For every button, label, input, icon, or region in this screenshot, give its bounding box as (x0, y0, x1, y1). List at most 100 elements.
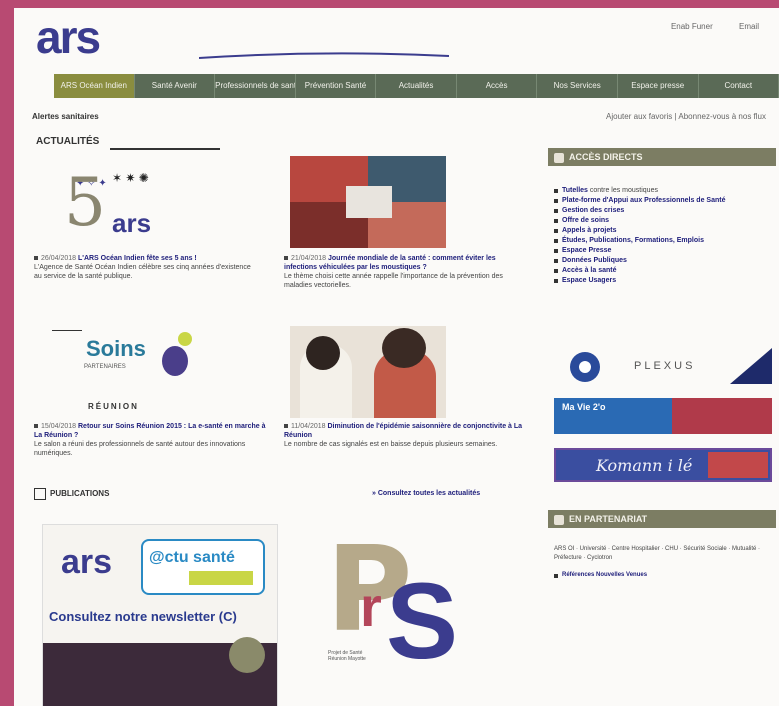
komann-banner[interactable]: Komann i lé (554, 448, 772, 482)
link-text: Études, Publications, Formations, Emploi… (562, 237, 704, 244)
soins-title: Soins (86, 336, 146, 361)
bullet-icon (284, 424, 288, 429)
nav-item-9[interactable]: Contact (699, 74, 779, 98)
nurse-hair (306, 336, 340, 370)
actu-sante-badge: @ctu santé (141, 539, 265, 595)
news-headline[interactable]: L'ARS Océan Indien fête ses 5 ans ! (78, 255, 197, 262)
news-item-4[interactable]: 11/04/2018 Diminution de l'épidémie sais… (284, 422, 524, 449)
link-text: Appels à projets (562, 227, 617, 234)
nav-item-5[interactable]: Actualités (376, 74, 457, 98)
plexus-corner (730, 348, 772, 384)
five-years-logo[interactable]: ✦ ✧ ✦ ✶ ✷ ✺ 5 ars (54, 164, 204, 250)
sidebar-link-3[interactable]: Gestion des crises (554, 206, 774, 216)
plexus-banner[interactable]: PLEXUS (554, 348, 772, 388)
publications-icon (34, 488, 46, 500)
link-rest: contre les moustiques (587, 187, 658, 194)
sidebar-link-2[interactable]: Plate-forme d'Appui aux Professionnels d… (554, 196, 774, 206)
link-text: Espace Presse (562, 247, 612, 254)
page: ars Enab Funer Email ARS Océan Indien Sa… (14, 8, 779, 706)
sidebar-link-7[interactable]: Espace Presse (554, 246, 774, 256)
newsletter-logo: ars (61, 543, 113, 581)
link-text: Espace Usagers (562, 277, 617, 284)
header: ars Enab Funer Email (14, 8, 779, 76)
newsletter-banner[interactable]: ars @ctu santé Consultez notre newslette… (42, 524, 278, 706)
top-link-2[interactable]: Email (739, 22, 759, 31)
partners-link[interactable]: Références Nouvelles Venues (554, 571, 774, 580)
newsletter-cta[interactable]: Consultez notre newsletter (C) (49, 609, 237, 624)
sidebar-link-6[interactable]: Études, Publications, Formations, Emploi… (554, 236, 774, 246)
ma-vie-photo (672, 398, 772, 434)
soins-footer: RÉUNION (88, 402, 139, 411)
nav-item-2[interactable]: Santé Avenir (135, 74, 216, 98)
soins-graphic (162, 346, 188, 376)
health-day-photo[interactable] (290, 156, 446, 248)
conjunctivitis-photo[interactable] (290, 326, 446, 418)
news-date: 26/04/2018 (41, 255, 77, 262)
sidebar-link-4[interactable]: Offre de soins (554, 216, 774, 226)
alerts-link[interactable]: Alertes sanitaires (32, 112, 99, 121)
komann-photo (708, 452, 768, 478)
sidebar-partners-header: EN PARTENARIAT (548, 510, 776, 528)
link-icon (554, 514, 564, 525)
actu-sante-text: @ctu santé (149, 549, 235, 566)
top-link-1[interactable]: Enab Funer (671, 22, 713, 31)
photo-center (346, 186, 392, 218)
nav-item-home[interactable]: ARS Océan Indien (54, 74, 135, 98)
actualites-title: ACTUALITÉS (36, 136, 100, 147)
partners-list: ARS OI · Université · Centre Hospitalier… (554, 545, 774, 580)
link-text: Offre de soins (562, 217, 610, 224)
news-item-1[interactable]: 26/04/2018 L'ARS Océan Indien fête ses 5… (34, 254, 256, 281)
sidebar-link-5[interactable]: Appels à projets (554, 226, 774, 236)
soins-logo[interactable]: Soins PARTENAIRES RÉUNION (44, 326, 204, 418)
soins-subtitle: PARTENAIRES (84, 364, 126, 370)
bullet-icon (34, 256, 38, 261)
svg-text:✶ ✷ ✺: ✶ ✷ ✺ (112, 171, 149, 185)
prs-r: r (360, 575, 382, 638)
all-news-link[interactable]: » Consultez toutes les actualités (372, 490, 480, 497)
top-links: Enab Funer Email (647, 22, 759, 31)
news-item-3[interactable]: 15/04/2018 Retour sur Soins Réunion 2015… (34, 422, 266, 458)
header-swoosh (199, 52, 449, 59)
sidebar-link-8[interactable]: Données Publiques (554, 256, 774, 266)
ma-vie-text: Ma Vie 2'o (562, 402, 606, 412)
prs-logo[interactable]: P r S Projet de Santé Réunion Mayotte (322, 520, 492, 704)
link-text: Tutelles (562, 187, 588, 194)
bullet-icon (284, 256, 288, 261)
badge-highlight (189, 571, 253, 585)
news-summary: Le nombre de cas signalés est en baisse … (284, 441, 498, 448)
sidebar-box2-title: EN PARTENARIAT (569, 514, 648, 524)
news-summary: Le salon a réuni des professionnels de s… (34, 441, 246, 457)
sidebar-link-9[interactable]: Accès à la santé (554, 266, 774, 276)
nav-item-8[interactable]: Espace presse (618, 74, 699, 98)
actualites-rule (110, 148, 220, 150)
soins-rule (52, 330, 82, 331)
komann-text: Komann i lé (596, 456, 693, 475)
main-nav: ARS Océan Indien Santé Avenir Profession… (54, 74, 779, 98)
ma-vie-banner[interactable]: Ma Vie 2'o (554, 398, 772, 434)
news-item-2[interactable]: 21/04/2018 Journée mondiale de la santé … (284, 254, 520, 290)
link-text: Gestion des crises (562, 207, 625, 214)
nav-item-6[interactable]: Accès (457, 74, 538, 98)
publications-title: PUBLICATIONS (50, 489, 110, 498)
news-date: 11/04/2018 (291, 423, 326, 430)
partners-text[interactable]: ARS OI · Université · Centre Hospitalier… (554, 545, 774, 563)
sidebar-link-1[interactable]: Tutelles contre les moustiques (554, 186, 774, 196)
favorites-links[interactable]: Ajouter aux favoris | Abonnez-vous à nos… (606, 112, 766, 121)
ars-logo[interactable]: ars (36, 10, 136, 74)
nav-item-3[interactable]: Professionnels de santé (215, 74, 296, 98)
link-text: Plate-forme d'Appui aux Professionnels d… (562, 197, 726, 204)
news-date: 21/04/2018 (291, 255, 327, 262)
bullet-icon (554, 574, 558, 578)
prs-s: S (386, 560, 459, 681)
sub-bar: Alertes sanitaires Ajouter aux favoris |… (32, 108, 772, 126)
partners-link-text: Références Nouvelles Venues (562, 572, 648, 578)
plexus-circle-inner (579, 361, 591, 373)
bullet-icon (34, 424, 38, 429)
nav-item-7[interactable]: Nos Services (537, 74, 618, 98)
nav-item-4[interactable]: Prévention Santé (296, 74, 377, 98)
prs-subtitle: Projet de Santé Réunion Mayotte (328, 650, 366, 662)
patient-hair (382, 328, 426, 368)
newsletter-circle (229, 637, 265, 673)
soins-dot (178, 332, 192, 346)
sidebar-link-10[interactable]: Espace Usagers (554, 276, 774, 286)
